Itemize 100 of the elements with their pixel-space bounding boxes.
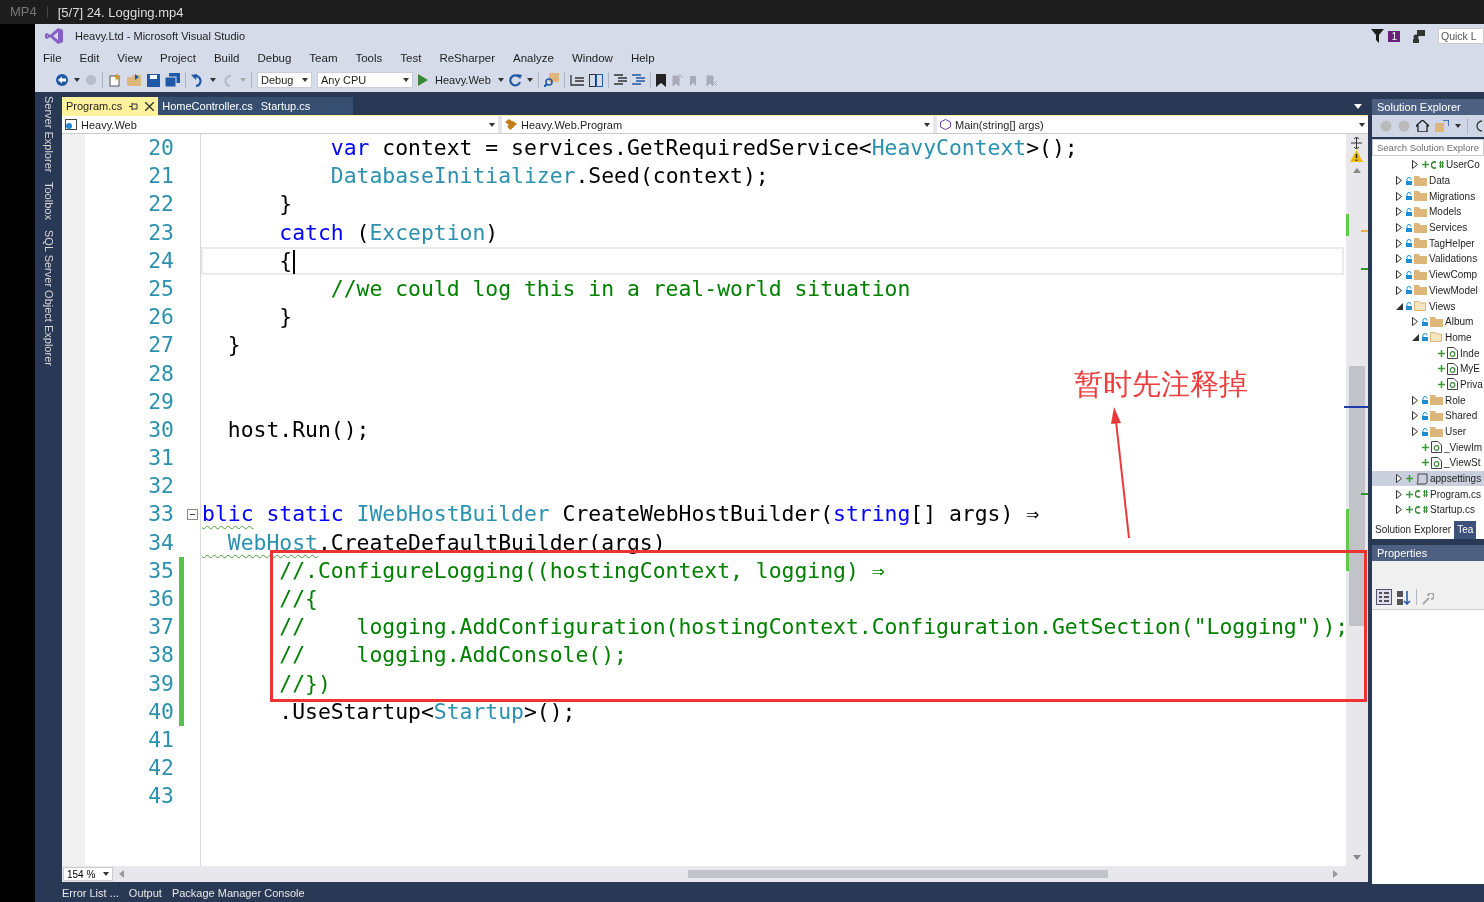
tree-item[interactable]: MyE: [1372, 360, 1484, 377]
tree-item[interactable]: _ViewIm: [1372, 439, 1484, 456]
tree-item[interactable]: Priva: [1372, 376, 1484, 393]
menu-item[interactable]: Window: [571, 52, 613, 64]
menu-item[interactable]: Analyze: [513, 52, 554, 64]
start-button[interactable]: Heavy.Web: [433, 74, 493, 86]
tree-item[interactable]: Views: [1372, 298, 1484, 314]
menu-item[interactable]: Test: [400, 52, 422, 64]
history-icon[interactable]: [1474, 120, 1482, 132]
caret-icon[interactable]: [302, 78, 308, 82]
document-tab[interactable]: Program.cs: [62, 97, 159, 115]
back-arrow-icon[interactable]: [55, 73, 69, 87]
tool-window-tab[interactable]: Output: [128, 887, 162, 899]
tree-item[interactable]: ViewComp: [1372, 266, 1484, 283]
sync-icon[interactable]: [1435, 120, 1449, 132]
menu-item[interactable]: File: [43, 52, 62, 64]
tree-item[interactable]: UserCo: [1372, 157, 1484, 173]
caret-icon[interactable]: [489, 122, 495, 127]
collapsed-arrow-icon[interactable]: [1396, 191, 1402, 201]
collapsed-arrow-icon[interactable]: [1396, 285, 1402, 295]
save-all-icon[interactable]: [165, 73, 180, 87]
zoom-dropdown[interactable]: 154 %: [63, 867, 113, 881]
find-icon[interactable]: [543, 73, 559, 87]
panel-tab[interactable]: Tea: [1454, 521, 1477, 539]
collapsed-arrow-icon[interactable]: [1396, 238, 1402, 248]
collapsed-arrow-icon[interactable]: [1412, 160, 1418, 170]
menu-item[interactable]: Tools: [355, 52, 383, 64]
tree-item[interactable]: appsettings: [1372, 470, 1484, 487]
document-tab[interactable]: HomeController.cs: [158, 97, 257, 115]
undo-icon[interactable]: [191, 73, 205, 87]
expanded-arrow-icon[interactable]: [1412, 333, 1419, 341]
collapse-icon[interactable]: [187, 509, 198, 521]
tree-item[interactable]: Home: [1372, 329, 1484, 346]
refresh-icon[interactable]: [508, 73, 522, 87]
tree-item[interactable]: TagHelper: [1372, 235, 1484, 252]
platform-dropdown[interactable]: Any CPU: [317, 72, 413, 88]
tool-window-tab[interactable]: Package Manager Console: [171, 887, 305, 899]
tree-item[interactable]: Validations: [1372, 251, 1484, 267]
tool-window-tab[interactable]: Error List ...: [62, 887, 119, 899]
collapsed-arrow-icon[interactable]: [1412, 395, 1418, 405]
vertical-scrollbar[interactable]: [1346, 134, 1368, 866]
collapsed-arrow-icon[interactable]: [1396, 207, 1402, 217]
menu-item[interactable]: Debug: [257, 52, 292, 64]
side-tab[interactable]: Server Explorer: [42, 96, 55, 173]
alphabetical-icon[interactable]: [1397, 591, 1411, 605]
caret-icon[interactable]: [210, 78, 216, 82]
menu-item[interactable]: Project: [160, 52, 196, 64]
menu-item[interactable]: ReSharper: [439, 52, 496, 64]
side-tab[interactable]: SQL Server Object Explorer: [42, 230, 55, 367]
indent-icon[interactable]: [569, 74, 584, 86]
menu-item[interactable]: Edit: [79, 52, 100, 64]
tree-item[interactable]: Startup.cs: [1372, 502, 1484, 518]
collapsed-arrow-icon[interactable]: [1412, 427, 1418, 437]
navigation-dropdown[interactable]: Main(string[] args): [937, 116, 1368, 133]
feedback-icon[interactable]: [1412, 29, 1426, 43]
collapsed-arrow-icon[interactable]: [1396, 474, 1402, 484]
configuration-dropdown[interactable]: Debug: [257, 72, 312, 88]
tree-item[interactable]: Inde: [1372, 345, 1484, 361]
filter-icon[interactable]: [1371, 29, 1385, 43]
collapsed-arrow-icon[interactable]: [1396, 254, 1402, 264]
tree-item[interactable]: Album: [1372, 313, 1484, 330]
caret-icon[interactable]: [924, 122, 930, 127]
caret-icon[interactable]: [403, 78, 409, 82]
collapsed-arrow-icon[interactable]: [1396, 489, 1402, 499]
caret-icon[interactable]: [74, 78, 80, 82]
caret-icon[interactable]: [1359, 122, 1365, 127]
bookmark-icon[interactable]: [655, 73, 666, 87]
collapsed-arrow-icon[interactable]: [1396, 505, 1402, 515]
new-item-icon[interactable]: [108, 73, 122, 87]
search-field[interactable]: Search Solution Explore: [1372, 139, 1484, 156]
scroll-up-arrow-icon[interactable]: [1353, 168, 1361, 173]
splitter-icon[interactable]: [1351, 137, 1362, 149]
caret-icon[interactable]: [526, 78, 533, 82]
tree-item[interactable]: Migrations: [1372, 188, 1484, 205]
tree-item[interactable]: _ViewSt: [1372, 455, 1484, 471]
home-icon[interactable]: [1416, 120, 1429, 132]
collapsed-arrow-icon[interactable]: [1396, 176, 1402, 186]
tree-item[interactable]: Data: [1372, 172, 1484, 189]
menu-item[interactable]: Team: [309, 52, 338, 64]
tree-item[interactable]: User: [1372, 423, 1484, 440]
caret-icon[interactable]: [497, 78, 504, 82]
folder-icon[interactable]: [127, 73, 142, 87]
tree-item[interactable]: Services: [1372, 219, 1484, 236]
menu-item[interactable]: Help: [630, 52, 655, 64]
play-icon[interactable]: [418, 74, 428, 86]
tree-item[interactable]: Models: [1372, 204, 1484, 220]
tree-item[interactable]: Role: [1372, 392, 1484, 408]
comment-lines-icon[interactable]: [613, 74, 627, 86]
menu-item[interactable]: Build: [213, 52, 240, 64]
columns-icon[interactable]: [588, 73, 603, 87]
scrollbar-thumb[interactable]: [1349, 366, 1365, 626]
collapsed-arrow-icon[interactable]: [1396, 223, 1402, 233]
tree-item[interactable]: ViewModel: [1372, 282, 1484, 299]
side-tab[interactable]: Toolbox: [42, 182, 55, 221]
categorized-icon[interactable]: [1376, 589, 1392, 605]
scroll-down-arrow-icon[interactable]: [1353, 855, 1361, 860]
menu-item[interactable]: View: [117, 52, 143, 64]
quick-launch-field[interactable]: Quick L: [1438, 28, 1484, 44]
expanded-arrow-icon[interactable]: [1396, 302, 1403, 310]
document-tab[interactable]: Startup.cs: [256, 97, 353, 115]
